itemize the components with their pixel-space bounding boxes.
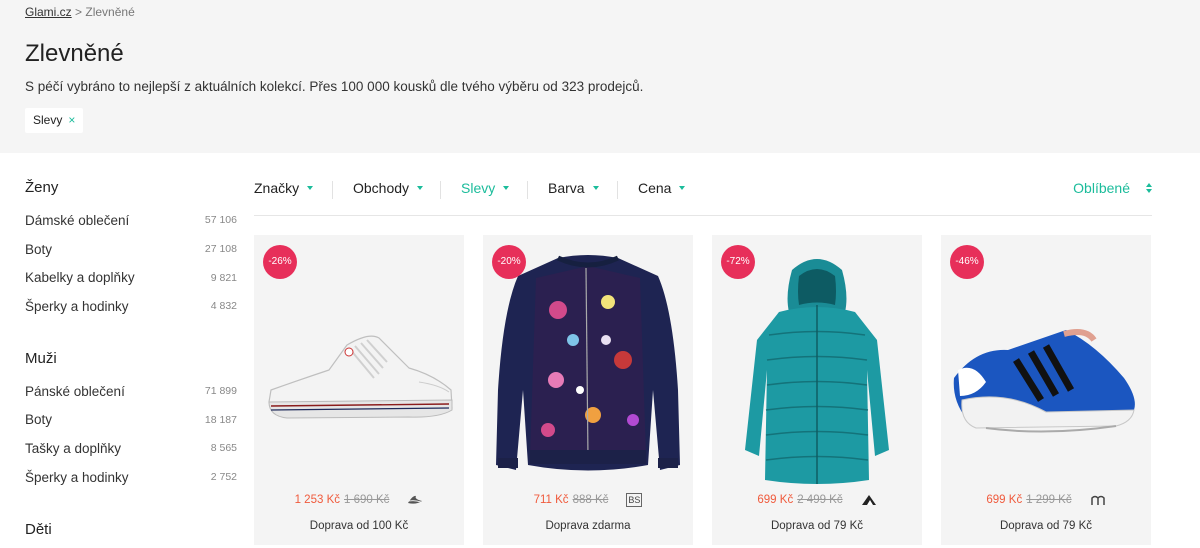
filter-label: Cena xyxy=(638,180,672,196)
filter-label: Obchody xyxy=(353,180,410,196)
sidebar-item-count: 27 108 xyxy=(204,243,237,256)
shipping-info: Doprava od 79 Kč xyxy=(770,520,864,532)
caret-down-icon xyxy=(503,186,510,190)
filter-divider xyxy=(332,181,333,199)
original-price: 2 499 Kč xyxy=(797,494,843,506)
discount-badge: -72% xyxy=(721,245,755,279)
product-card[interactable]: -20% 711 Kč 888 Kč BS Doprava zdarma xyxy=(483,235,693,545)
breadcrumb-separator: > xyxy=(75,5,83,19)
shipping-info: Doprava zdarma xyxy=(545,520,631,532)
shoe-logo-icon xyxy=(407,493,423,507)
shipping-info: Doprava od 79 Kč xyxy=(999,520,1093,532)
sort-label: Oblíbené xyxy=(1073,180,1130,196)
page-subtitle: S péčí vybráno to nejlepší z aktuálních … xyxy=(25,79,644,94)
sidebar-item-womens-clothing[interactable]: Dámské oblečení 57 106 xyxy=(25,206,237,235)
page-title: Zlevněné xyxy=(25,40,124,67)
category-sidebar: Ženy Dámské oblečení 57 106 Boty 27 108 Ka… xyxy=(25,170,237,548)
sidebar-item-count: 2 752 xyxy=(210,471,237,484)
sidebar-item-label: Šperky a hodinky xyxy=(25,469,129,485)
sidebar-item-mens-bags[interactable]: Tašky a doplňky 8 565 xyxy=(25,434,237,463)
filter-divider xyxy=(440,181,441,199)
sidebar-item-mens-clothing[interactable]: Pánské oblečení 71 899 xyxy=(25,377,237,406)
filter-shops-dropdown[interactable]: Obchody xyxy=(353,180,424,196)
bs-logo-icon: BS xyxy=(626,493,643,507)
original-price: 888 Kč xyxy=(572,494,609,506)
filter-label: Slevy xyxy=(461,180,496,196)
current-price: 699 Kč xyxy=(986,494,1023,506)
active-filter-chip[interactable]: Slevy × xyxy=(25,108,84,133)
price-row: 699 Kč 2 499 Kč xyxy=(712,493,922,507)
product-card[interactable]: -72% 699 Kč 2 499 Kč Doprava od 79 Kč xyxy=(712,235,922,545)
current-price: 1 253 Kč xyxy=(294,494,340,506)
current-price: 699 Kč xyxy=(757,494,794,506)
sort-dropdown[interactable]: Oblíbené xyxy=(1073,180,1152,196)
price-row: 711 Kč 888 Kč BS xyxy=(483,493,693,507)
sidebar-item-label: Boty xyxy=(25,412,53,428)
sidebar-item-label: Kabelky a doplňky xyxy=(25,270,135,286)
mountain-logo-icon xyxy=(861,493,877,507)
breadcrumb-current: Zlevněné xyxy=(85,5,135,19)
active-filter-label: Slevy xyxy=(33,113,63,127)
sidebar-heading-men[interactable]: Muži xyxy=(25,341,237,377)
shipping-info: Doprava od 100 Kč xyxy=(309,520,409,532)
sidebar-item-mens-shoes[interactable]: Boty 18 187 xyxy=(25,405,237,434)
filter-discounts-dropdown[interactable]: Slevy xyxy=(461,180,510,196)
page-header: Glami.cz > Zlevněné Zlevněné S péčí vybr… xyxy=(0,0,1200,153)
price-row: 699 Kč 1 299 Kč xyxy=(941,493,1151,507)
sidebar-item-womens-shoes[interactable]: Boty 27 108 xyxy=(25,235,237,264)
discount-badge: -26% xyxy=(263,245,297,279)
sidebar-item-label: Tašky a doplňky xyxy=(25,440,122,456)
discount-badge: -20% xyxy=(492,245,526,279)
sidebar-item-mens-jewelry[interactable]: Šperky a hodinky 2 752 xyxy=(25,463,237,492)
sidebar-item-count: 8 565 xyxy=(210,442,237,455)
blue-running-shoe-image xyxy=(953,329,1135,433)
caret-down-icon xyxy=(417,186,424,190)
current-price: 711 Kč xyxy=(533,494,569,506)
close-icon[interactable]: × xyxy=(68,108,75,133)
filter-brands-dropdown[interactable]: Značky xyxy=(254,180,314,196)
sidebar-item-count: 71 899 xyxy=(204,385,237,398)
sidebar-item-womens-bags[interactable]: Kabelky a doplňky 9 821 xyxy=(25,263,237,292)
sidebar-item-count: 4 832 xyxy=(210,300,237,313)
sidebar-item-label: Pánské oblečení xyxy=(25,383,125,399)
filter-bar: Značky Obchody Slevy Barva Cena Oblíbené xyxy=(254,170,1152,216)
breadcrumb-home-link[interactable]: Glami.cz xyxy=(25,5,72,19)
product-card[interactable]: -46% 699 Kč 1 299 Kč Doprava od 79 Kč xyxy=(941,235,1151,545)
filter-color-dropdown[interactable]: Barva xyxy=(548,180,599,196)
original-price: 1 299 Kč xyxy=(1026,494,1072,506)
caret-down-icon xyxy=(592,186,599,190)
teal-puffer-coat-image xyxy=(745,259,889,484)
sidebar-item-womens-jewelry[interactable]: Šperky a hodinky 4 832 xyxy=(25,292,237,321)
filter-divider xyxy=(527,181,528,199)
sidebar-item-count: 57 106 xyxy=(204,214,237,227)
breadcrumb: Glami.cz > Zlevněné xyxy=(25,5,135,19)
filter-price-dropdown[interactable]: Cena xyxy=(638,180,686,196)
sidebar-item-count: 18 187 xyxy=(204,413,237,426)
sidebar-item-count: 9 821 xyxy=(210,271,237,284)
original-price: 1 690 Kč xyxy=(344,494,390,506)
sidebar-heading-women[interactable]: Ženy xyxy=(25,170,237,206)
sidebar-item-label: Dámské oblečení xyxy=(25,212,130,228)
product-card[interactable]: -26% 1 253 Kč 1 690 Kč Doprava od 100 Kč xyxy=(254,235,464,545)
sidebar-heading-kids[interactable]: Děti xyxy=(25,512,237,548)
filter-label: Značky xyxy=(254,180,300,196)
floral-bomber-jacket-image xyxy=(496,255,680,471)
caret-down-icon xyxy=(679,186,686,190)
sort-arrows-icon xyxy=(1146,183,1152,193)
m-logo-icon xyxy=(1090,493,1106,507)
price-row: 1 253 Kč 1 690 Kč xyxy=(254,493,464,507)
white-sneaker-image xyxy=(268,335,453,419)
discount-badge: -46% xyxy=(950,245,984,279)
sidebar-item-label: Šperky a hodinky xyxy=(25,298,129,314)
caret-down-icon xyxy=(307,186,314,190)
filter-divider xyxy=(617,181,618,199)
filter-label: Barva xyxy=(548,180,585,196)
sidebar-item-label: Boty xyxy=(25,241,53,257)
